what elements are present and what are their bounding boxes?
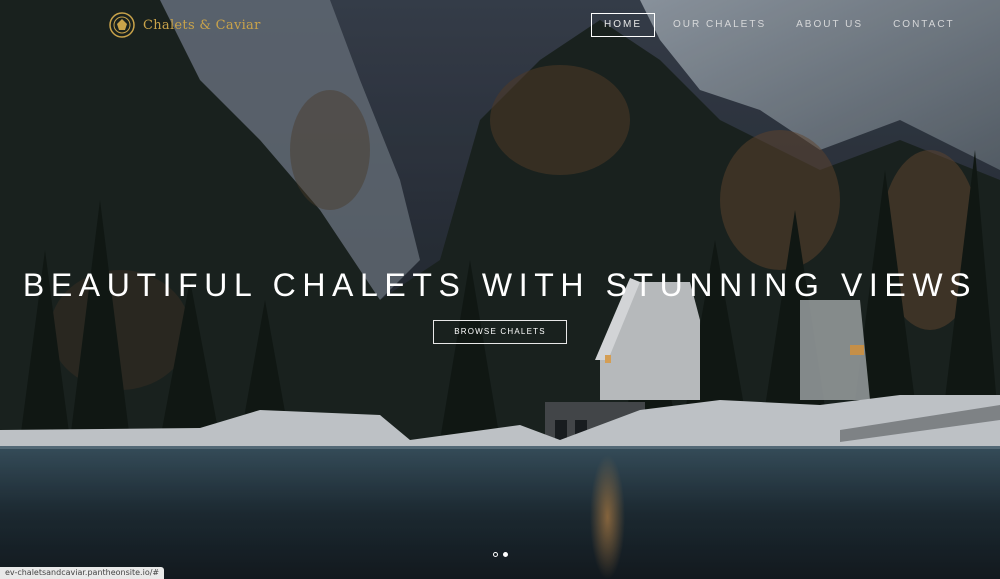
slide-dot-1[interactable]	[493, 552, 498, 557]
brand-logo[interactable]: Chalets & Caviar	[107, 10, 261, 40]
crest-logo-icon	[109, 12, 135, 38]
nav-item-our-chalets[interactable]: OUR CHALETS	[661, 14, 778, 36]
browser-status-url: ev-chaletsandcaviar.pantheonsite.io/#	[0, 567, 165, 579]
main-navigation: HOME OUR CHALETS ABOUT US CONTACT	[591, 13, 973, 37]
slide-dot-2[interactable]	[503, 552, 508, 557]
nav-item-about-us[interactable]: ABOUT US	[784, 14, 875, 36]
browse-chalets-button[interactable]: BROWSE CHALETS	[433, 320, 567, 344]
slider-pagination	[493, 552, 508, 557]
nav-item-contact[interactable]: CONTACT	[881, 14, 967, 36]
nav-item-home[interactable]: HOME	[591, 13, 655, 37]
brand-name: Chalets & Caviar	[143, 17, 261, 33]
hero-headline: BEAUTIFUL CHALETS WITH STUNNING VIEWS	[22, 267, 978, 304]
